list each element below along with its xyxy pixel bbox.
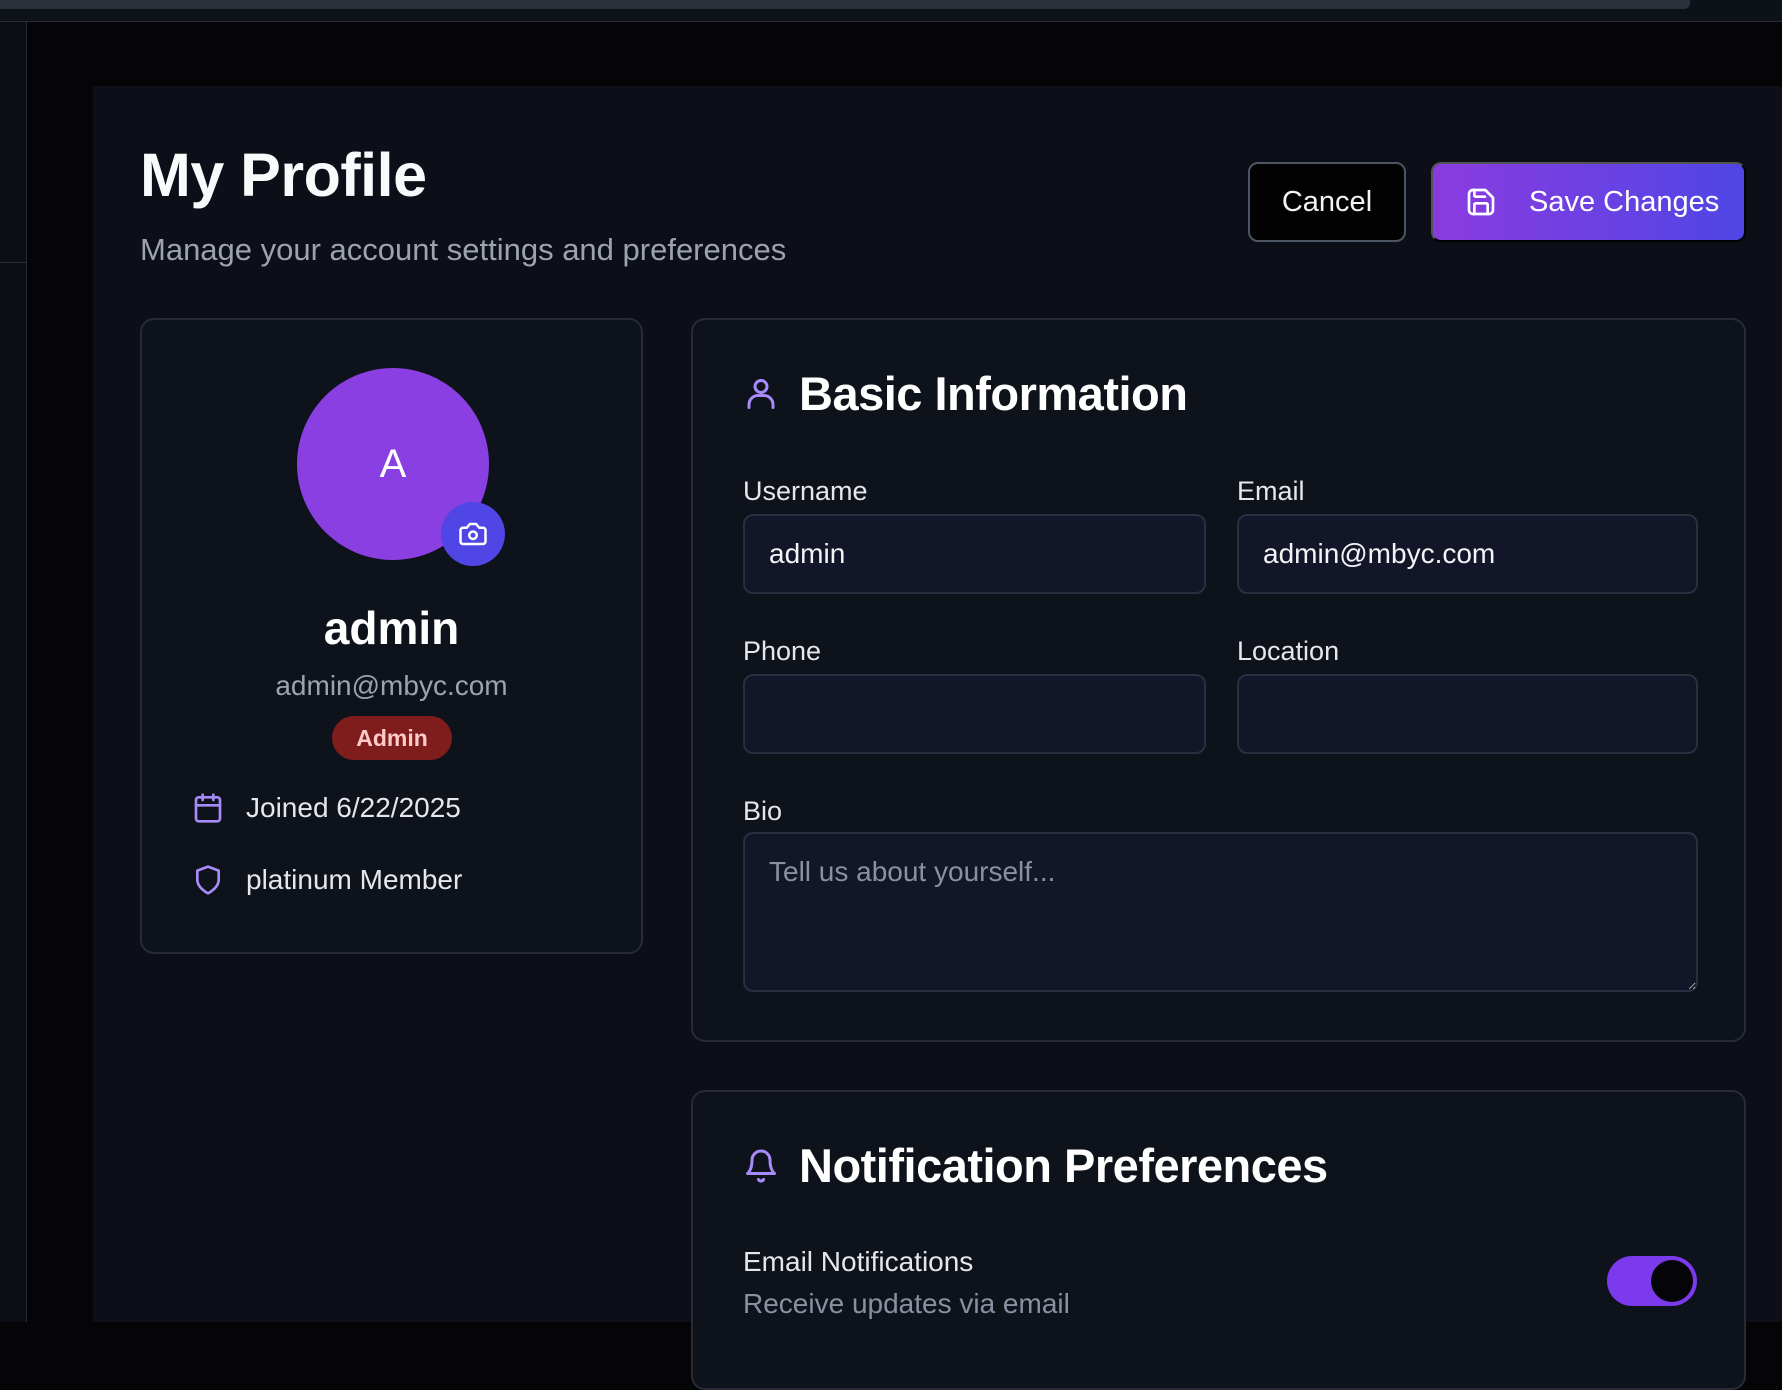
horizontal-scrollbar-thumb[interactable] — [0, 0, 1690, 9]
basic-information-heading: Basic Information — [743, 366, 1188, 421]
basic-information-title: Basic Information — [799, 367, 1188, 420]
username-label: Username — [743, 476, 868, 506]
membership-row: platinum Member — [192, 864, 462, 896]
location-input[interactable] — [1237, 674, 1698, 754]
email-notifications-description: Receive updates via email — [743, 1288, 1070, 1319]
email-label: Email — [1237, 476, 1305, 506]
joined-date-text: Joined 6/22/2025 — [246, 792, 461, 823]
save-changes-label: Save Changes — [1529, 185, 1720, 218]
save-changes-button[interactable]: Save Changes — [1431, 162, 1746, 242]
calendar-icon — [192, 792, 224, 824]
change-avatar-button[interactable] — [441, 502, 505, 566]
user-icon — [743, 374, 779, 414]
bio-textarea[interactable] — [743, 832, 1698, 992]
cancel-button[interactable]: Cancel — [1248, 162, 1406, 242]
sidebar-divider — [0, 262, 26, 263]
notification-preferences-heading: Notification Preferences — [743, 1138, 1328, 1193]
membership-text: platinum Member — [246, 864, 463, 895]
left-sidebar-edge — [0, 22, 27, 1322]
username-input[interactable] — [743, 514, 1206, 594]
notification-preferences-card: Notification Preferences Email Notificat… — [691, 1090, 1746, 1390]
joined-date-row: Joined 6/22/2025 — [192, 792, 461, 824]
phone-input[interactable] — [743, 674, 1206, 754]
basic-information-card: Basic Information Username Email Phone L… — [691, 318, 1746, 1042]
bio-label: Bio — [743, 796, 783, 826]
page-title: My Profile — [140, 141, 427, 209]
bell-icon — [743, 1146, 779, 1186]
camera-icon — [458, 519, 488, 549]
location-label: Location — [1237, 636, 1340, 666]
top-scroll-bar — [0, 0, 1782, 22]
email-notifications-label: Email Notifications — [743, 1246, 974, 1277]
toggle-knob — [1651, 1260, 1693, 1302]
profile-name: admin — [323, 602, 460, 654]
notification-preferences-title: Notification Preferences — [799, 1139, 1328, 1192]
save-icon — [1465, 186, 1497, 218]
avatar-container: A — [297, 368, 505, 566]
email-input[interactable] — [1237, 514, 1698, 594]
page-header: My Profile Manage your account settings … — [140, 140, 786, 268]
profile-summary-card: A admin admin@mbyc.com Admin Joined 6/22… — [140, 318, 643, 954]
profile-email: admin@mbyc.com — [275, 670, 508, 701]
profile-page: My Profile Manage your account settings … — [93, 86, 1782, 1390]
phone-label: Phone — [743, 636, 822, 666]
email-notifications-toggle[interactable] — [1607, 1256, 1697, 1306]
shield-icon — [192, 864, 224, 896]
role-badge: Admin — [332, 716, 452, 760]
page-subtitle: Manage your account settings and prefere… — [140, 232, 787, 267]
